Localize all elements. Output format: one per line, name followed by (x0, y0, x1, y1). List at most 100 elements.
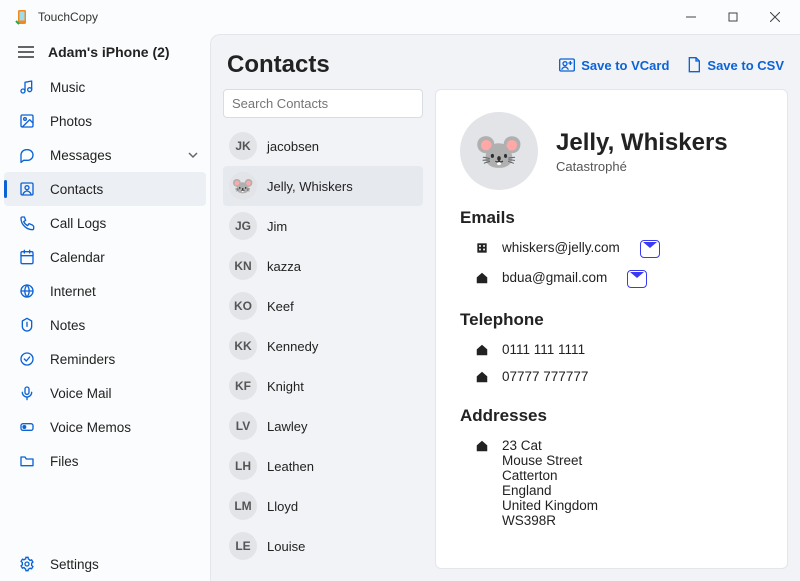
contact-list-pane: JKjacobsen 🐭 Jelly, Whiskers JGJim KN kazza KO… (223, 89, 423, 569)
sidebar-item-voicemail[interactable]: Voice Mail (0, 376, 210, 410)
contact-avatar-small: KN (229, 252, 257, 280)
chat-icon (18, 146, 36, 164)
sidebar-device-header[interactable]: Adam's iPhone (2) (0, 36, 210, 70)
phone-field: 0111 111 1111 (460, 338, 763, 365)
sidebar-item-label: Voice Memos (50, 420, 131, 435)
contact-row[interactable]: KF Knight (223, 366, 423, 406)
search-input[interactable] (223, 89, 423, 118)
sidebar-item-label: Calendar (50, 250, 105, 265)
email-value: whiskers@jelly.com (502, 240, 620, 255)
hamburger-icon (18, 46, 34, 58)
contact-avatar-small: LE (229, 532, 257, 560)
contact-avatar: 🐭 (460, 112, 538, 190)
sidebar-item-calendar[interactable]: Calendar (0, 240, 210, 274)
sidebar-item-voicememos[interactable]: Voice Memos (0, 410, 210, 444)
save-to-vcard-button[interactable]: Save to VCard (559, 58, 669, 73)
music-icon (18, 78, 36, 96)
contact-row[interactable]: JGJim (223, 206, 423, 246)
sidebar-item-reminders[interactable]: Reminders (0, 342, 210, 376)
rec-icon (18, 418, 36, 436)
sidebar: Adam's iPhone (2) Music Photos Messages Con… (0, 34, 210, 581)
contact-row-name: jacobsen (267, 139, 319, 154)
contact-row-name: kazza (267, 259, 301, 274)
sidebar-item-calllogs[interactable]: Call Logs (0, 206, 210, 240)
titlebar: TouchCopy (0, 0, 800, 34)
sidebar-item-label: Call Logs (50, 216, 106, 231)
sidebar-item-label: Files (50, 454, 79, 469)
contact-row-name: Lloyd (267, 499, 298, 514)
vcard-icon (559, 58, 575, 72)
sidebar-item-internet[interactable]: Internet (0, 274, 210, 308)
sidebar-item-label: Messages (50, 148, 112, 163)
compose-email-button[interactable] (640, 240, 660, 258)
contact-row[interactable]: KK Kennedy (223, 326, 423, 366)
device-label: Adam's iPhone (2) (48, 44, 170, 60)
sidebar-item-files[interactable]: Files (0, 444, 210, 478)
contact-row[interactable]: KO Keef (223, 286, 423, 326)
telephone-heading: Telephone (460, 310, 763, 330)
phone-value: 0111 111 1111 (502, 342, 585, 357)
phone-icon (18, 214, 36, 232)
sidebar-item-settings[interactable]: Settings (0, 547, 210, 581)
contact-row[interactable]: LH Leathen (223, 446, 423, 486)
contact-row-name: Keef (267, 299, 294, 314)
note-icon (18, 316, 36, 334)
sidebar-item-label: Music (50, 80, 85, 95)
check-icon (18, 350, 36, 368)
address-field: 23 Cat Mouse Street Catterton England Un… (460, 434, 763, 536)
email-field: bdua@gmail.com (460, 266, 763, 296)
email-value: bdua@gmail.com (502, 270, 607, 285)
contact-row-name: Leathen (267, 459, 314, 474)
home-icon (474, 370, 490, 384)
contact-icon (18, 180, 36, 198)
contact-avatar-small: 🐭 (229, 172, 257, 200)
page-title: Contacts (227, 51, 330, 79)
sidebar-item-label: Contacts (50, 182, 103, 197)
sidebar-item-photos[interactable]: Photos (0, 104, 210, 138)
contact-avatar-small: KO (229, 292, 257, 320)
company-icon (474, 241, 490, 255)
contact-row[interactable]: KN kazza (223, 246, 423, 286)
folder-icon (18, 452, 36, 470)
calendar-icon (18, 248, 36, 266)
save-to-csv-button[interactable]: Save to CSV (687, 57, 784, 73)
contact-avatar-small: LH (229, 452, 257, 480)
contact-avatar-small: LM (229, 492, 257, 520)
contact-row[interactable]: LM Lloyd (223, 486, 423, 526)
contact-name: Jelly, Whiskers (556, 129, 728, 157)
contact-subtitle: Catastrophé (556, 159, 728, 174)
email-field: whiskers@jelly.com (460, 236, 763, 266)
contact-row[interactable]: LELouise (223, 526, 423, 566)
contact-list[interactable]: JKjacobsen 🐭 Jelly, Whiskers JGJim KN kazza KO… (223, 126, 423, 569)
contact-detail-pane: 🐭 Jelly, Whiskers Catastrophé Emails whi… (435, 89, 788, 569)
addresses-heading: Addresses (460, 406, 763, 426)
settings-label: Settings (50, 557, 99, 572)
sidebar-item-label: Voice Mail (50, 386, 112, 401)
emails-heading: Emails (460, 208, 763, 228)
contact-row[interactable]: JKjacobsen (223, 126, 423, 166)
contact-row[interactable]: LVLawley (223, 406, 423, 446)
compose-email-button[interactable] (627, 270, 647, 288)
home-icon (474, 271, 490, 285)
contact-row-name: Jim (267, 219, 287, 234)
window-maximize-button[interactable] (712, 2, 754, 32)
contact-row[interactable]: 🐭 Jelly, Whiskers (223, 166, 423, 206)
window-close-button[interactable] (754, 2, 796, 32)
sidebar-item-notes[interactable]: Notes (0, 308, 210, 342)
contact-avatar-small: KK (229, 332, 257, 360)
home-icon (474, 343, 490, 357)
sidebar-item-label: Reminders (50, 352, 115, 367)
contact-row-name: Kennedy (267, 339, 318, 354)
sidebar-item-music[interactable]: Music (0, 70, 210, 104)
window-minimize-button[interactable] (670, 2, 712, 32)
gear-icon (18, 555, 36, 573)
contact-avatar-small: KF (229, 372, 257, 400)
sidebar-item-contacts[interactable]: Contacts (4, 172, 206, 206)
sidebar-item-messages[interactable]: Messages (0, 138, 210, 172)
mic-icon (18, 384, 36, 402)
chevron-down-icon (188, 150, 198, 160)
contact-row-name: Jelly, Whiskers (267, 179, 353, 194)
contact-row[interactable]: LFLucynda (223, 566, 423, 569)
contact-row-name: Knight (267, 379, 304, 394)
image-icon (18, 112, 36, 130)
